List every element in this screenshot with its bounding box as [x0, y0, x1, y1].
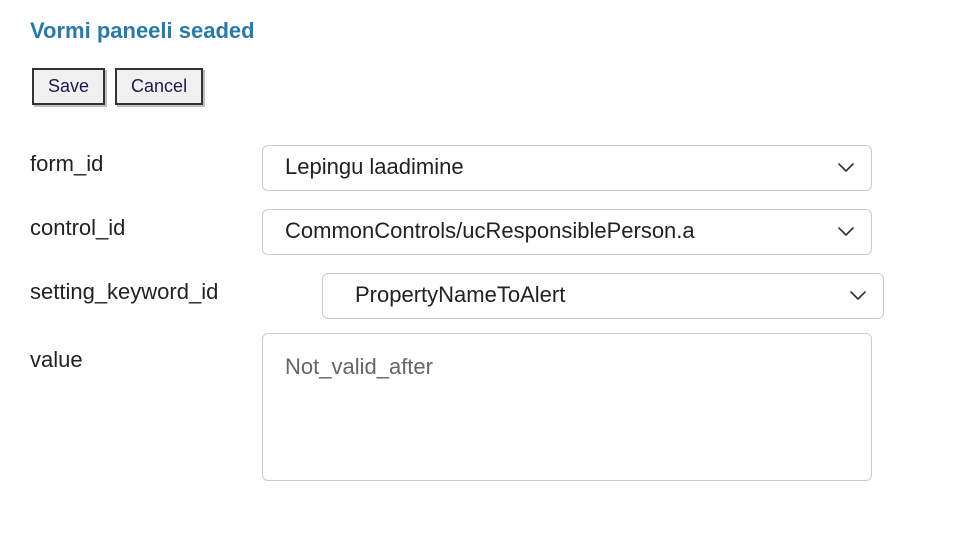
select-wrap-control-id: CommonControls/ucResponsiblePerson.a: [262, 209, 872, 255]
label-form-id: form_id: [30, 145, 262, 177]
label-control-id: control_id: [30, 209, 262, 241]
select-form-id[interactable]: Lepingu laadimine: [262, 145, 872, 191]
row-setting-keyword-id: setting_keyword_id PropertyNameToAlert: [30, 273, 936, 319]
textarea-value[interactable]: [262, 333, 872, 481]
save-button[interactable]: Save: [32, 68, 105, 105]
select-control-id[interactable]: CommonControls/ucResponsiblePerson.a: [262, 209, 872, 255]
row-control-id: control_id CommonControls/ucResponsibleP…: [30, 209, 936, 255]
page-title: Vormi paneeli seaded: [30, 18, 936, 44]
row-value: value: [30, 333, 936, 481]
select-wrap-setting-keyword-id: PropertyNameToAlert: [322, 273, 884, 319]
label-value: value: [30, 333, 262, 373]
button-row: Save Cancel: [32, 68, 936, 105]
select-setting-keyword-id[interactable]: PropertyNameToAlert: [322, 273, 884, 319]
cancel-button[interactable]: Cancel: [115, 68, 203, 105]
label-setting-keyword-id: setting_keyword_id: [30, 273, 262, 305]
row-form-id: form_id Lepingu laadimine: [30, 145, 936, 191]
select-wrap-form-id: Lepingu laadimine: [262, 145, 872, 191]
